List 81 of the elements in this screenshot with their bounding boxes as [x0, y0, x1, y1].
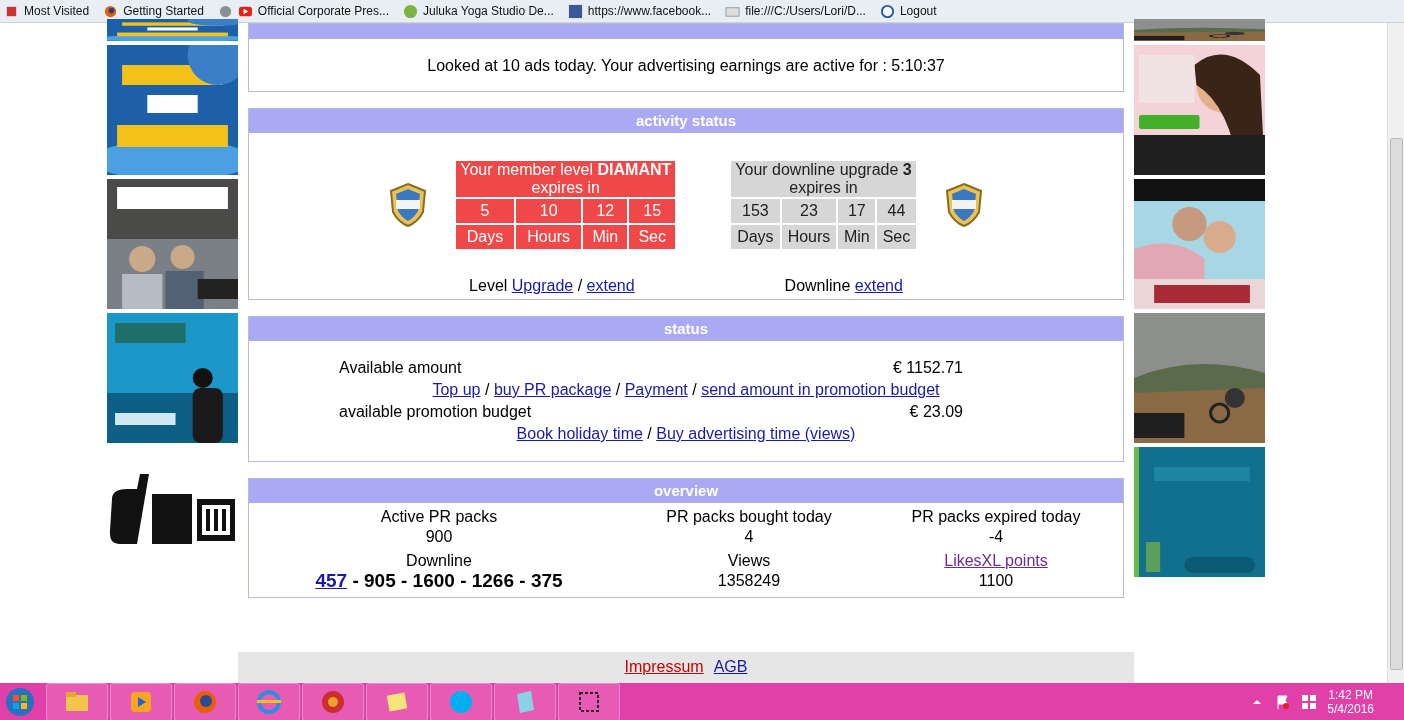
amount: € 23.09	[909, 403, 963, 421]
clock-time[interactable]: 1:42 PM	[1328, 688, 1373, 702]
timer-unit: Min	[838, 225, 876, 249]
shield-badge-icon	[943, 182, 984, 228]
timer-value: 15	[629, 199, 676, 223]
scrollbar[interactable]	[1387, 23, 1404, 683]
clock-date[interactable]: 5/4/2016	[1327, 702, 1374, 716]
link[interactable]: send amount in promotion budget	[701, 381, 940, 398]
label: Level	[469, 277, 509, 294]
shield-badge-icon	[388, 182, 429, 228]
taskbar-button[interactable]	[174, 683, 236, 720]
bookmark-link[interactable]: Getting Started	[123, 4, 204, 18]
label: Downline	[406, 551, 472, 571]
timer-unit: Hours	[781, 225, 837, 249]
windows-icon[interactable]	[1301, 694, 1318, 710]
globe-icon	[217, 3, 233, 19]
label: Views	[727, 551, 771, 571]
timer-unit: Days	[731, 225, 780, 249]
link[interactable]: Payment	[624, 381, 688, 398]
label: Available amount	[339, 359, 462, 377]
bookmark-link[interactable]: Logout	[899, 4, 937, 18]
section-header: status	[249, 317, 1123, 341]
link[interactable]: Upgrade	[511, 277, 574, 294]
timer-value: 17	[838, 199, 876, 223]
label: PR packs expired today	[911, 507, 1081, 527]
value: -4	[988, 527, 1004, 547]
timer-value: 153	[731, 199, 780, 223]
timer-unit: Min	[583, 225, 628, 249]
bookmark-link[interactable]: file:///C:/Users/Lori/D...	[745, 4, 866, 18]
earnings-text: Looked at 10 ads today. Your advertising earnings are active for : 5:10:37	[426, 56, 946, 76]
bookmark-link[interactable]: https://www.facebook...	[587, 4, 712, 18]
separator: /	[577, 277, 583, 294]
link[interactable]: Buy advertising time (views)	[656, 425, 856, 442]
timer-title: Your downline upgrade 3	[735, 161, 912, 179]
link[interactable]: LikesXL points	[944, 551, 1048, 571]
footer-link[interactable]: Impressum	[624, 658, 704, 677]
value: 1358249	[717, 571, 781, 591]
timer-subtitle: expires in	[530, 179, 601, 197]
bookmark-link[interactable]: Most Visited	[24, 4, 90, 18]
timer-title: Your member level DIAMANT	[460, 161, 672, 179]
timer-value: 44	[877, 199, 916, 223]
timer-subtitle: expires in	[788, 179, 859, 197]
section-header: activity status	[249, 109, 1123, 133]
timer-unit: Sec	[629, 225, 676, 249]
firefox-icon	[103, 3, 119, 19]
bookmark-link[interactable]: Official Corporate Pres...	[257, 4, 390, 18]
skype-icon	[447, 688, 475, 716]
value: 4	[744, 527, 754, 547]
label: Downline	[784, 277, 852, 294]
separator: /	[615, 381, 621, 398]
flag-icon[interactable]	[1275, 694, 1292, 710]
label: PR packs bought today	[666, 507, 832, 527]
footer-link[interactable]: AGB	[713, 658, 748, 677]
timer-value: 10	[515, 199, 582, 223]
link[interactable]: Book holiday time	[516, 425, 643, 442]
facebook-icon	[567, 3, 583, 19]
link[interactable]: extend	[854, 277, 903, 294]
link[interactable]: extend	[586, 277, 635, 294]
value: 1100	[978, 571, 1014, 591]
value: - 905 - 1600 - 1266 - 375	[351, 570, 563, 591]
timer-unit: Days	[456, 225, 514, 249]
label: available promotion budget	[339, 403, 532, 421]
link[interactable]: Top up	[432, 381, 481, 398]
separator: /	[692, 381, 697, 398]
link[interactable]: 457	[315, 570, 348, 591]
bookmark-link[interactable]: Juluka Yoga Studio De...	[423, 4, 554, 18]
timer-unit: Hours	[515, 225, 582, 249]
label: Active PR packs	[380, 507, 498, 527]
amount: € 1152.71	[893, 359, 963, 377]
firefox-icon	[191, 688, 219, 716]
separator: /	[484, 381, 490, 398]
circle-icon	[879, 3, 895, 19]
timer-unit: Sec	[877, 225, 916, 249]
separator: /	[647, 425, 652, 442]
timer-value: 23	[781, 199, 837, 223]
value: 900	[425, 527, 453, 547]
timer-value: 5	[456, 199, 514, 223]
section-header: overview	[249, 479, 1123, 503]
link[interactable]: buy PR package	[493, 381, 612, 398]
timer-value: 12	[583, 199, 628, 223]
taskbar-button[interactable]	[558, 683, 620, 720]
